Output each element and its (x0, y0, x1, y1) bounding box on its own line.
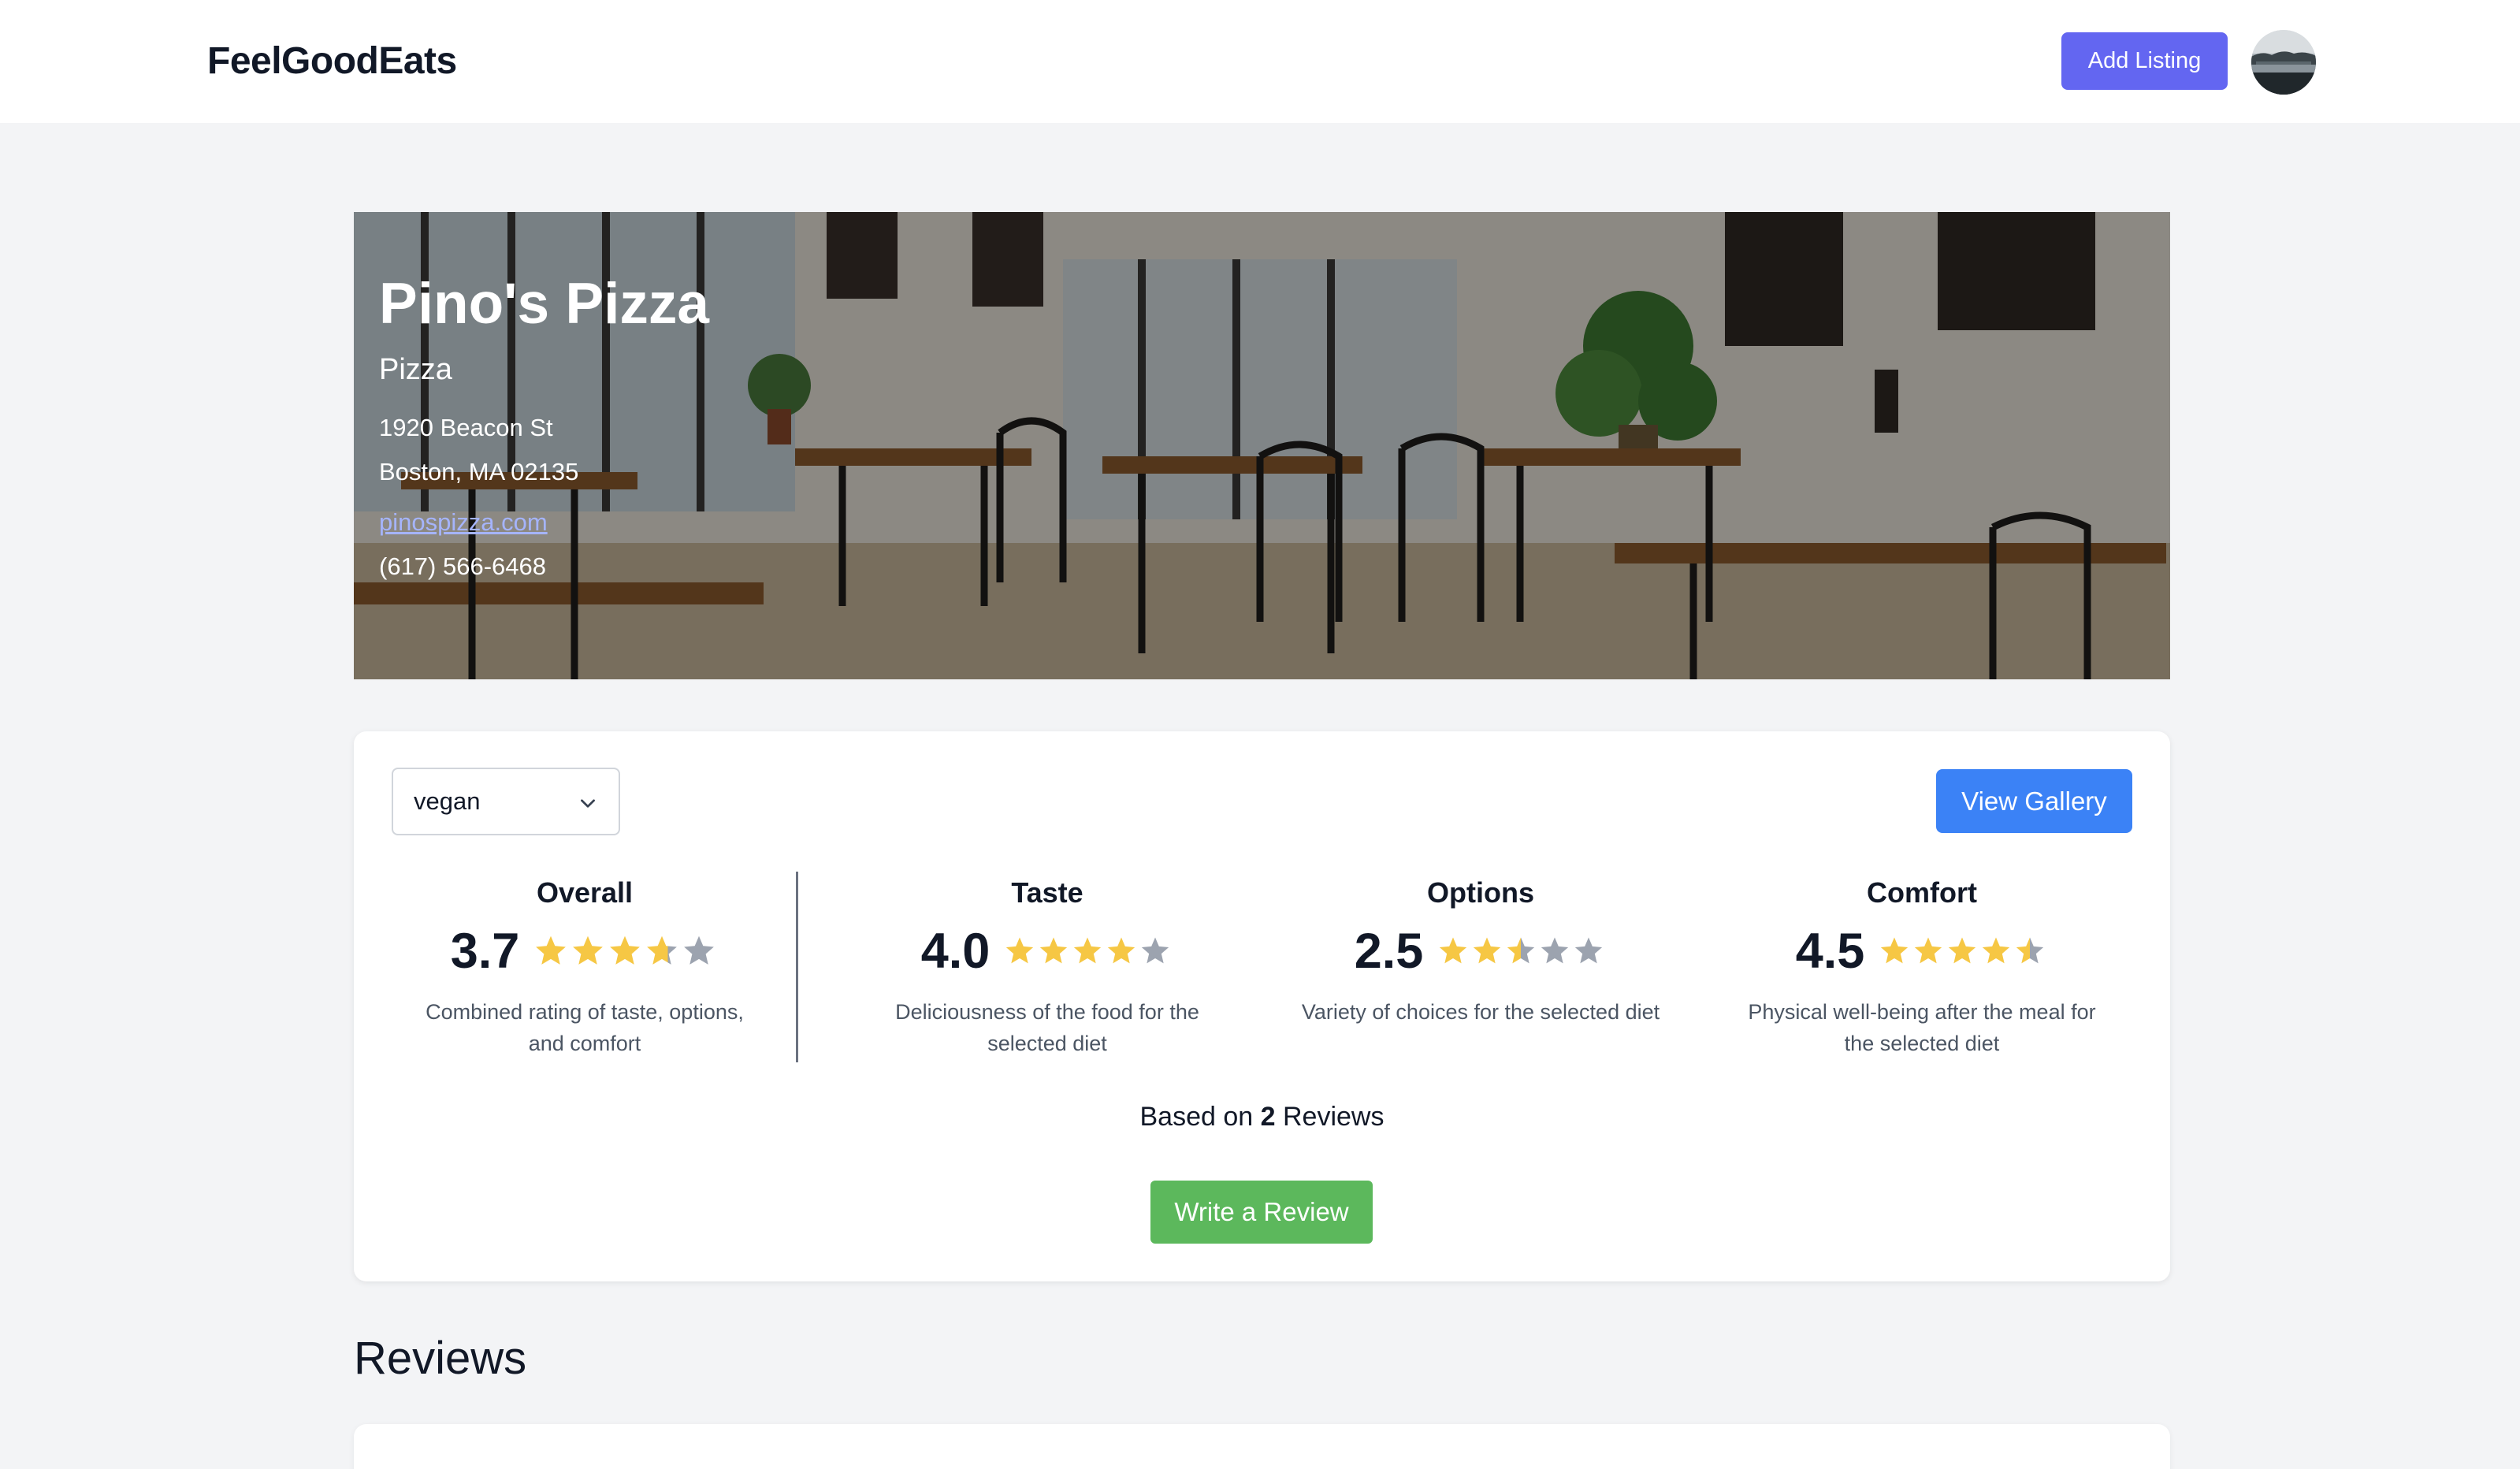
star-icon (1040, 937, 1068, 964)
rating-divider (796, 872, 798, 1062)
star-icon (2016, 937, 2044, 964)
reviews-heading: Reviews (354, 1333, 527, 1384)
star-icon (647, 935, 678, 965)
rating-score: 3.7 (450, 924, 520, 979)
user-avatar[interactable] (2251, 30, 2316, 95)
rating-comfort: Comfort 4.5 Physical well-being after th… (1717, 876, 2127, 1059)
rating-description-line: Physical well-being after the meal for (1748, 1000, 2096, 1024)
rating-options: Options 2.5 Variety of choices for the s… (1260, 876, 1701, 1028)
add-listing-button[interactable]: Add Listing (2061, 32, 2228, 90)
star-icon (1983, 937, 2010, 964)
rating-score: 4.0 (920, 924, 991, 979)
address-line-2: Boston, MA 02135 (379, 458, 579, 485)
star-icon (1915, 937, 1942, 964)
star-icon (1074, 937, 1102, 964)
restaurant-address: 1920 Beacon St Boston, MA 02135 (379, 406, 709, 494)
view-gallery-button[interactable]: View Gallery (1936, 769, 2132, 833)
rating-title: Comfort (1867, 876, 1977, 909)
restaurant-category: Pizza (379, 353, 452, 386)
star-icon (1575, 937, 1603, 964)
star-rating (1879, 935, 2048, 967)
rating-title: Options (1427, 876, 1534, 909)
star-icon (1006, 937, 1034, 964)
star-icon (1949, 937, 1976, 964)
star-rating (533, 934, 719, 969)
star-icon (1541, 937, 1569, 964)
rating-row: 4.0 (850, 924, 1244, 979)
restaurant-phone: (617) 566-6468 (379, 552, 546, 580)
star-icon (1142, 937, 1169, 964)
restaurant-info: Pino's Pizza Pizza 1920 Beacon St Boston… (379, 275, 709, 581)
rating-description-line: the selected diet (1844, 1032, 2000, 1055)
rating-description: Combined rating of taste, options, and c… (376, 996, 794, 1059)
rating-description-line: Combined rating of taste, options, (426, 1000, 744, 1024)
star-icon (1881, 937, 1909, 964)
address-line-1: 1920 Beacon St (379, 414, 553, 441)
rating-overall: Overall 3.7 Combined rating of taste, op… (376, 876, 794, 1059)
brand-logo[interactable]: FeelGoodEats (207, 39, 457, 83)
rating-description: Deliciousness of the food for the select… (850, 996, 1244, 1059)
diet-filter-select[interactable]: vegan (392, 768, 620, 835)
rating-description-line: selected diet (987, 1032, 1107, 1055)
review-card (354, 1424, 2170, 1469)
review-count-summary: Based on 2 Reviews (354, 1102, 2170, 1132)
summary-suffix: Reviews (1283, 1102, 1385, 1132)
star-icon (573, 935, 604, 965)
star-icon (1108, 937, 1135, 964)
write-review-button[interactable]: Write a Review (1150, 1181, 1373, 1244)
summary-prefix: Based on (1139, 1102, 1254, 1132)
rating-taste: Taste 4.0 Deliciousness of the food for … (850, 876, 1244, 1059)
star-rating (1437, 935, 1607, 967)
star-icon (684, 935, 715, 965)
diet-filter-value: vegan (414, 787, 481, 815)
rating-score: 2.5 (1354, 924, 1424, 979)
rating-description-line: and comfort (528, 1032, 641, 1055)
star-icon (536, 935, 567, 965)
rating-score: 4.5 (1795, 924, 1865, 979)
ratings-card: vegan View Gallery Overall 3.7 Combined … (354, 731, 2170, 1281)
navbar: FeelGoodEats Add Listing (0, 0, 2520, 123)
rating-description-line: Deliciousness of the food for the (895, 1000, 1199, 1024)
review-count: 2 (1260, 1102, 1276, 1132)
rating-row: 2.5 (1260, 924, 1701, 979)
rating-description-line: Variety of choices for the selected diet (1301, 1000, 1660, 1024)
star-icon (1474, 937, 1501, 964)
star-rating (1004, 935, 1173, 967)
restaurant-website-link[interactable]: pinospizza.com (379, 508, 709, 537)
star-icon (610, 935, 641, 965)
chevron-down-icon (581, 799, 595, 808)
avatar-image (2251, 30, 2316, 95)
restaurant-hero: Pino's Pizza Pizza 1920 Beacon St Boston… (354, 212, 2170, 679)
rating-description: Physical well-being after the meal for t… (1717, 996, 2127, 1059)
star-icon (1507, 937, 1535, 964)
star-icon (1440, 937, 1467, 964)
rating-row: 4.5 (1717, 924, 2127, 979)
restaurant-name: Pino's Pizza (379, 272, 709, 336)
rating-title: Taste (1011, 876, 1083, 909)
rating-description: Variety of choices for the selected diet (1260, 996, 1701, 1028)
rating-row: 3.7 (376, 924, 794, 979)
rating-title: Overall (536, 876, 634, 909)
